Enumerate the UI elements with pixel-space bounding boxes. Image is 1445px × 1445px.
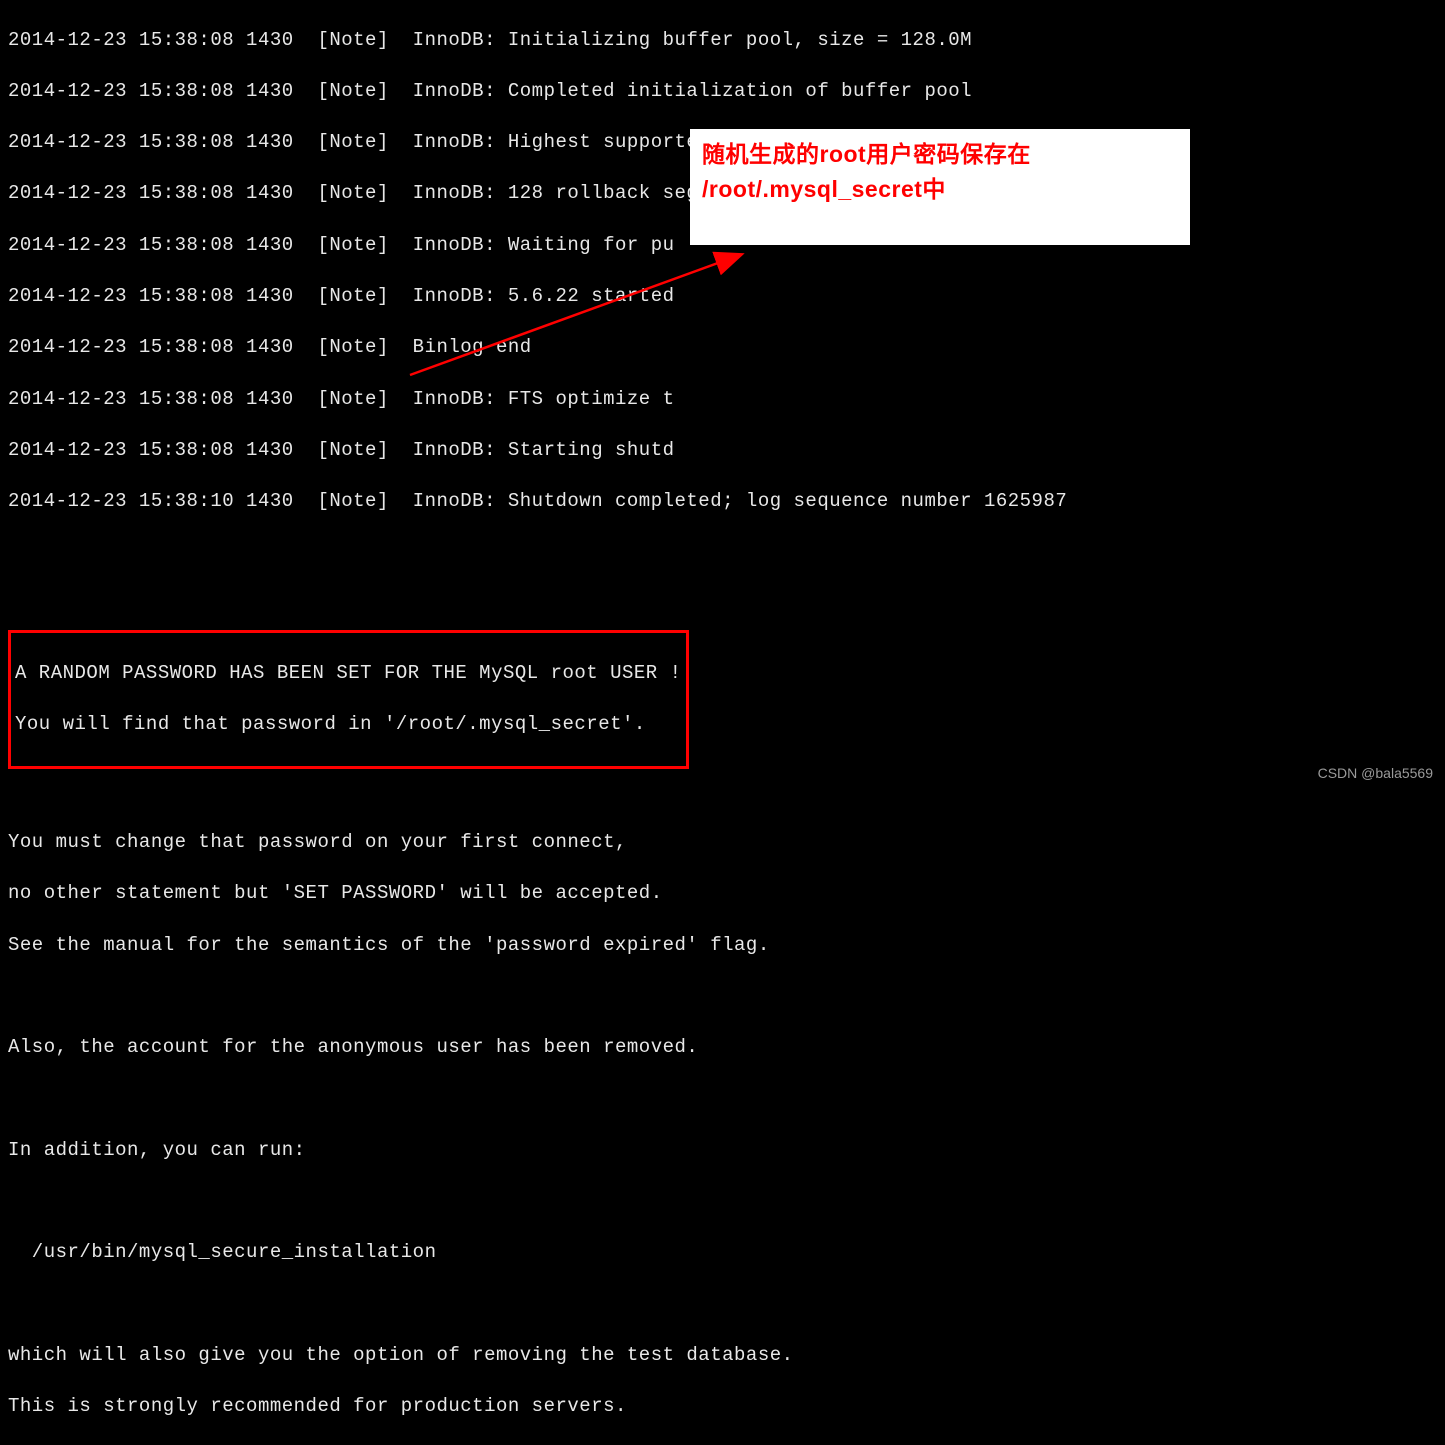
log-line: 2014-12-23 15:38:08 1430 [Note] InnoDB: … [8,284,1437,310]
log-line: 2014-12-23 15:38:08 1430 [Note] InnoDB: … [8,438,1437,464]
log-line: 2014-12-23 15:38:08 1430 [Note] InnoDB: … [8,387,1437,413]
body-line: no other statement but 'SET PASSWORD' wi… [8,881,1437,907]
body-line: You must change that password on your fi… [8,830,1437,856]
password-notice-line: A RANDOM PASSWORD HAS BEEN SET FOR THE M… [15,661,682,687]
body-line: In addition, you can run: [8,1138,1437,1164]
log-line: 2014-12-23 15:38:10 1430 [Note] InnoDB: … [8,489,1437,515]
body-line: See the manual for the semantics of the … [8,933,1437,959]
body-line: /usr/bin/mysql_secure_installation [8,1240,1437,1266]
log-line: 2014-12-23 15:38:08 1430 [Note] Binlog e… [8,335,1437,361]
body-line: This is strongly recommended for product… [8,1394,1437,1420]
password-notice-box: A RANDOM PASSWORD HAS BEEN SET FOR THE M… [8,630,689,768]
callout-line: 随机生成的root用户密码保存在 [702,137,1178,172]
log-line: 2014-12-23 15:38:08 1430 [Note] InnoDB: … [8,28,1437,54]
callout-line: /root/.mysql_secret中 [702,172,1178,207]
annotation-callout: 随机生成的root用户密码保存在 /root/.mysql_secret中 [690,129,1190,245]
password-notice-line: You will find that password in '/root/.m… [15,712,682,738]
watermark: CSDN @bala5569 [1318,764,1433,783]
body-line: which will also give you the option of r… [8,1343,1437,1369]
log-line: 2014-12-23 15:38:08 1430 [Note] InnoDB: … [8,79,1437,105]
body-line: Also, the account for the anonymous user… [8,1035,1437,1061]
